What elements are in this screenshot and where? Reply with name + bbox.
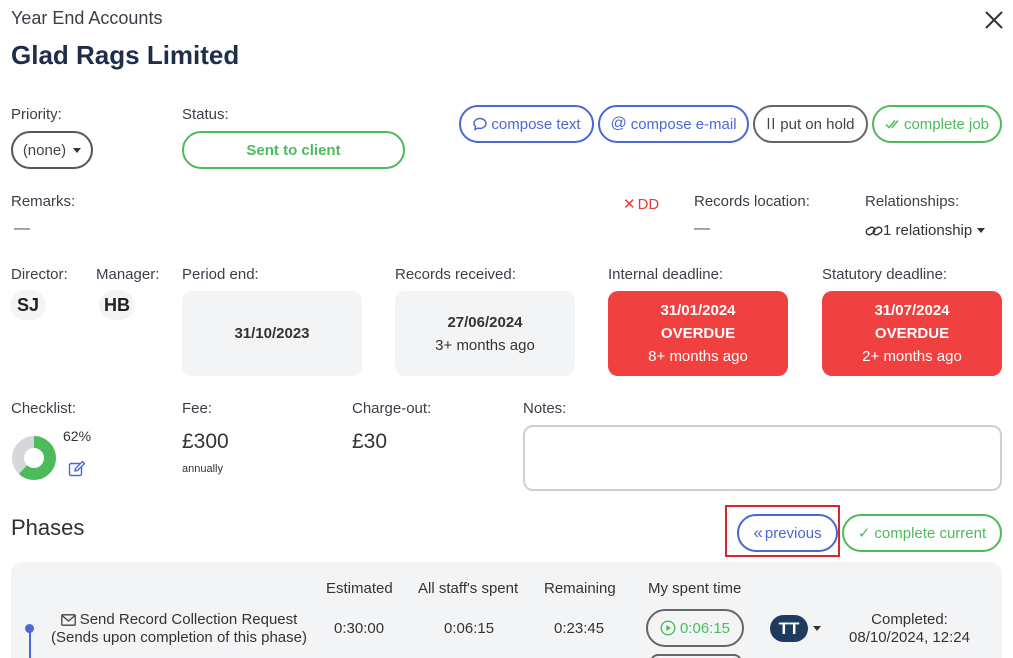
internal-deadline-state: OVERDUE (660, 325, 736, 342)
statutory-deadline-box[interactable]: 31/07/2024 OVERDUE 2+ months ago (822, 291, 1002, 376)
put-on-hold-button[interactable]: ǀǀ put on hold (753, 105, 868, 143)
assignee-avatar[interactable]: TT (770, 615, 808, 642)
fee-amount[interactable]: £300 (182, 430, 229, 454)
relationships-value: 1 relationship (883, 222, 973, 239)
timeline-line (29, 632, 31, 658)
checklist-percent: 62% (63, 428, 92, 444)
previous-phase-button[interactable]: « previous (737, 514, 838, 552)
phases-title: Phases (11, 515, 85, 540)
statutory-deadline-date: 31/07/2024 (874, 302, 950, 319)
pause-icon: ǀǀ (766, 115, 777, 133)
manager-label: Manager: (96, 266, 160, 283)
col-estimated: Estimated (326, 580, 393, 597)
period-end-label: Period end: (182, 266, 259, 283)
charge-out-amount[interactable]: £30 (352, 430, 387, 454)
col-all-staff-spent: All staff's spent (418, 580, 519, 597)
records-location-label: Records location: (694, 193, 810, 210)
phase-subtitle: (Sends upon completion of this phase) (51, 629, 307, 646)
statutory-deadline-label: Statutory deadline: (822, 266, 948, 283)
remarks-value[interactable]: — (14, 220, 30, 238)
priority-label: Priority: (11, 106, 62, 123)
notes-textarea[interactable] (523, 425, 1002, 491)
complete-job-label: complete job (903, 115, 990, 133)
notes-label: Notes: (523, 400, 567, 417)
dd-toggle[interactable]: ✕ DD (623, 195, 660, 214)
edit-icon[interactable] (68, 460, 86, 478)
completed-at: 08/10/2024, 12:24 (849, 629, 970, 646)
phase-estimated: 0:30:00 (334, 620, 385, 637)
compose-text-button[interactable]: compose text (459, 105, 594, 143)
phase-row[interactable]: Send Record Collection Request (Sends up… (48, 611, 310, 647)
phase-name: Send Record Collection Request (79, 611, 298, 628)
phase-remaining: 0:23:45 (554, 620, 605, 637)
phase-all-staff-spent: 0:06:15 (444, 620, 495, 637)
double-check-icon (885, 120, 899, 129)
period-end-box[interactable]: 31/10/2023 (182, 291, 362, 376)
internal-deadline-ago: 8+ months ago (648, 348, 748, 365)
checklist-label: Checklist: (11, 400, 77, 417)
internal-deadline-date: 31/01/2024 (660, 302, 736, 319)
at-sign-icon: @ (610, 115, 627, 132)
compose-email-label: compose e-mail (630, 115, 737, 133)
director-label: Director: (11, 266, 68, 283)
completed-label: Completed: (871, 611, 948, 628)
previous-label: previous (764, 524, 822, 542)
priority-dropdown[interactable]: (none) (11, 131, 93, 169)
relationships-label: Relationships: (865, 193, 960, 210)
caret-down-icon[interactable] (813, 626, 821, 631)
timer-button[interactable]: 0:06:15 (646, 609, 744, 647)
statutory-deadline-ago: 2+ months ago (862, 348, 962, 365)
checklist-donut (12, 436, 56, 480)
complete-current-button[interactable]: ✓ complete current (842, 514, 1002, 552)
charge-out-label: Charge-out: (352, 400, 432, 417)
speech-bubble-icon (473, 117, 488, 131)
double-chevron-left-icon: « (753, 523, 763, 542)
statutory-deadline-state: OVERDUE (874, 325, 950, 342)
records-location-value[interactable]: — (694, 220, 710, 238)
records-received-date: 27/06/2024 (447, 313, 523, 331)
client-name: Glad Rags Limited (11, 40, 240, 70)
remarks-label: Remarks: (11, 193, 76, 210)
check-icon: ✓ (857, 525, 871, 542)
internal-deadline-box[interactable]: 31/01/2024 OVERDUE 8+ months ago (608, 291, 788, 376)
link-icon (865, 226, 883, 235)
fee-frequency: annually (182, 463, 223, 475)
internal-deadline-label: Internal deadline: (608, 266, 724, 283)
caret-down-icon (73, 147, 82, 153)
status-button[interactable]: Sent to client (182, 131, 405, 169)
col-remaining: Remaining (544, 580, 616, 597)
job-type-title: Year End Accounts (11, 8, 163, 28)
relationships-dropdown[interactable]: 1 relationship (865, 222, 986, 239)
play-circle-icon (660, 620, 676, 636)
complete-job-button[interactable]: complete job (872, 105, 1002, 143)
director-avatar[interactable]: SJ (10, 290, 46, 320)
status-label: Status: (182, 106, 229, 123)
compose-email-button[interactable]: @ compose e-mail (598, 105, 749, 143)
timer-button-secondary[interactable] (650, 654, 742, 658)
close-icon[interactable] (982, 8, 1006, 32)
priority-value: (none) (22, 141, 67, 159)
fee-label: Fee: (182, 400, 213, 417)
manager-avatar[interactable]: HB (99, 290, 135, 320)
envelope-icon (60, 614, 76, 626)
period-end-date: 31/10/2023 (234, 325, 310, 342)
records-received-box[interactable]: 27/06/2024 3+ months ago (395, 291, 575, 376)
my-spent-time-value: 0:06:15 (679, 619, 731, 637)
records-received-label: Records received: (395, 266, 516, 283)
dd-label: DD (637, 195, 660, 213)
phase-completed: Completed: 08/10/2024, 12:24 (838, 611, 981, 647)
compose-text-label: compose text (491, 115, 581, 133)
records-received-ago: 3+ months ago (435, 336, 535, 354)
complete-current-label: complete current (874, 524, 987, 542)
put-on-hold-label: put on hold (780, 115, 855, 133)
caret-down-icon (977, 228, 986, 233)
col-my-spent-time: My spent time (648, 580, 742, 597)
status-value: Sent to client (246, 141, 341, 159)
cross-icon: ✕ (623, 196, 636, 213)
